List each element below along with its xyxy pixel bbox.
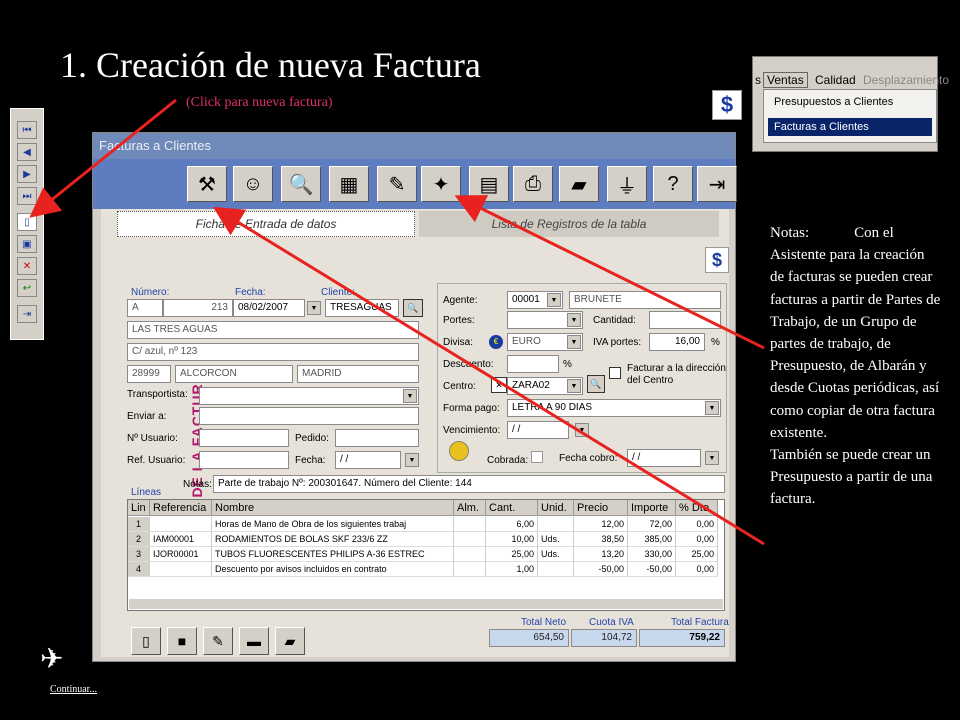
arrow-to-wizard-icon [454, 195, 765, 350]
arrow-to-new-button [29, 98, 177, 218]
annotation-arrows [29, 98, 765, 546]
arrow-to-tab [212, 206, 765, 546]
